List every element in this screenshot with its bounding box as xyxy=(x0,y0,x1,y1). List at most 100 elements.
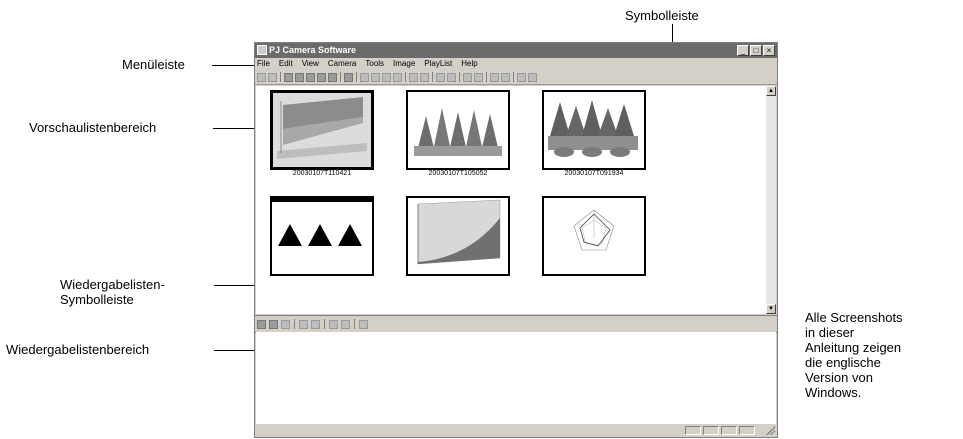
thumbnail[interactable] xyxy=(406,90,510,170)
card-icon[interactable] xyxy=(268,72,277,82)
playlist-area[interactable] xyxy=(256,332,776,424)
annotation-wiedergabe-symbolleiste-2: Symbolleiste xyxy=(60,292,134,307)
toolbar-separator xyxy=(324,319,325,329)
slideshow-icon[interactable] xyxy=(490,72,499,82)
toolbar-separator xyxy=(513,72,514,82)
crop-icon[interactable] xyxy=(436,72,445,82)
toolbar-separator xyxy=(356,72,357,82)
rotate-left-icon[interactable] xyxy=(409,72,418,82)
annotation-vorschau: Vorschaulistenbereich xyxy=(29,120,157,135)
zoom-in-icon[interactable] xyxy=(360,72,369,82)
toolbar-separator xyxy=(280,72,281,82)
thumbnail-caption: 20030107T110421 xyxy=(292,170,352,177)
thumbnail-caption: 20030107T091934 xyxy=(564,170,624,177)
menu-image[interactable]: Image xyxy=(393,58,415,70)
toolbar-separator xyxy=(354,319,355,329)
print-icon[interactable] xyxy=(344,72,353,82)
projector-icon[interactable] xyxy=(501,72,510,82)
new-playlist-icon[interactable] xyxy=(257,319,266,329)
toolbar-separator xyxy=(486,72,487,82)
move-up-icon[interactable] xyxy=(329,319,338,329)
save-icon[interactable] xyxy=(328,72,337,82)
preview-list-area[interactable]: 20030107T110421 20030107T105052 20030107… xyxy=(256,86,766,314)
annotation-menueleiste: Menüleiste xyxy=(122,57,185,72)
annotation-wiedergabe-symbolleiste-1: Wiedergabelisten- xyxy=(60,277,165,292)
maximize-button[interactable]: □ xyxy=(750,45,762,56)
note-line: Windows. xyxy=(805,385,862,400)
close-button[interactable]: × xyxy=(763,45,775,56)
thumbnail[interactable] xyxy=(542,90,646,170)
settings-icon[interactable] xyxy=(517,72,526,82)
menu-playlist[interactable]: PlayList xyxy=(424,58,452,70)
menu-view[interactable]: View xyxy=(302,58,319,70)
paste-icon[interactable] xyxy=(306,72,315,82)
menu-help[interactable]: Help xyxy=(461,58,477,70)
remove-icon[interactable] xyxy=(311,319,320,329)
toolbar-separator xyxy=(432,72,433,82)
toolbar-separator xyxy=(294,319,295,329)
triangles-thumbnail-image xyxy=(272,198,372,274)
thumbnail-caption: 20030107T105052 xyxy=(428,170,488,177)
chart-thumbnail-image xyxy=(273,93,371,167)
toolbar-separator xyxy=(405,72,406,82)
toolbar xyxy=(255,70,777,85)
playlist-export-icon[interactable] xyxy=(359,319,368,329)
fit-icon[interactable] xyxy=(393,72,402,82)
menu-camera[interactable]: Camera xyxy=(328,58,356,70)
playlist-toolbar xyxy=(255,315,777,333)
window-title: PJ Camera Software xyxy=(269,45,357,55)
move-down-icon[interactable] xyxy=(341,319,350,329)
camera-icon[interactable] xyxy=(257,72,266,82)
toolbar-separator xyxy=(459,72,460,82)
thumbnail[interactable] xyxy=(270,196,374,276)
adjust-icon[interactable] xyxy=(447,72,456,82)
scroll-down-button[interactable]: ▼ xyxy=(766,304,776,314)
title-bar[interactable]: PJ Camera Software _ □ × xyxy=(255,43,777,58)
app-window: PJ Camera Software _ □ × File Edit View … xyxy=(254,42,778,438)
leader-menueleiste xyxy=(212,65,258,66)
previous-icon[interactable] xyxy=(463,72,472,82)
status-panel xyxy=(721,426,737,435)
next-icon[interactable] xyxy=(474,72,483,82)
open-icon[interactable] xyxy=(284,72,293,82)
area-chart-thumbnail-image xyxy=(408,198,508,274)
open-playlist-icon[interactable] xyxy=(269,319,278,329)
window-controls: _ □ × xyxy=(737,45,775,56)
status-panel xyxy=(703,426,719,435)
thumbnail[interactable] xyxy=(270,90,374,170)
annotation-note: Alle Screenshots in dieser Anleitung zei… xyxy=(805,310,903,400)
rotate-right-icon[interactable] xyxy=(420,72,429,82)
copy-icon[interactable] xyxy=(295,72,304,82)
menu-bar: File Edit View Camera Tools Image PlayLi… xyxy=(255,58,777,70)
export-icon[interactable] xyxy=(528,72,537,82)
menu-tools[interactable]: Tools xyxy=(365,58,384,70)
minimize-button[interactable]: _ xyxy=(737,45,749,56)
delete-icon[interactable] xyxy=(317,72,326,82)
radar-chart-thumbnail-image xyxy=(544,198,644,274)
hand-icon[interactable] xyxy=(382,72,391,82)
note-line: Version von xyxy=(805,370,873,385)
save-playlist-icon[interactable] xyxy=(281,319,290,329)
note-line: Alle Screenshots xyxy=(805,310,903,325)
thumbnail[interactable] xyxy=(542,196,646,276)
scroll-up-button[interactable]: ▲ xyxy=(766,86,776,96)
zoom-out-icon[interactable] xyxy=(371,72,380,82)
note-line: in dieser xyxy=(805,325,855,340)
menu-file[interactable]: File xyxy=(257,58,270,70)
resize-grip-icon[interactable] xyxy=(766,426,775,435)
app-icon xyxy=(257,45,267,55)
thumbnail[interactable] xyxy=(406,196,510,276)
preview-scrollbar[interactable]: ▲ ▼ xyxy=(766,86,776,314)
status-panel xyxy=(739,426,755,435)
status-bar xyxy=(255,424,777,437)
menu-edit[interactable]: Edit xyxy=(279,58,293,70)
annotation-wiedergabe-bereich: Wiedergabelistenbereich xyxy=(6,342,150,357)
note-line: die englische xyxy=(805,355,881,370)
toolbar-separator xyxy=(340,72,341,82)
cones-thumbnail-image xyxy=(544,92,644,168)
leader-wiedergabe-symbolleiste xyxy=(214,285,258,286)
status-panel xyxy=(685,426,701,435)
add-icon[interactable] xyxy=(299,319,308,329)
note-line: Anleitung zeigen xyxy=(805,340,902,355)
annotation-symbolleiste: Symbolleiste xyxy=(625,8,699,23)
